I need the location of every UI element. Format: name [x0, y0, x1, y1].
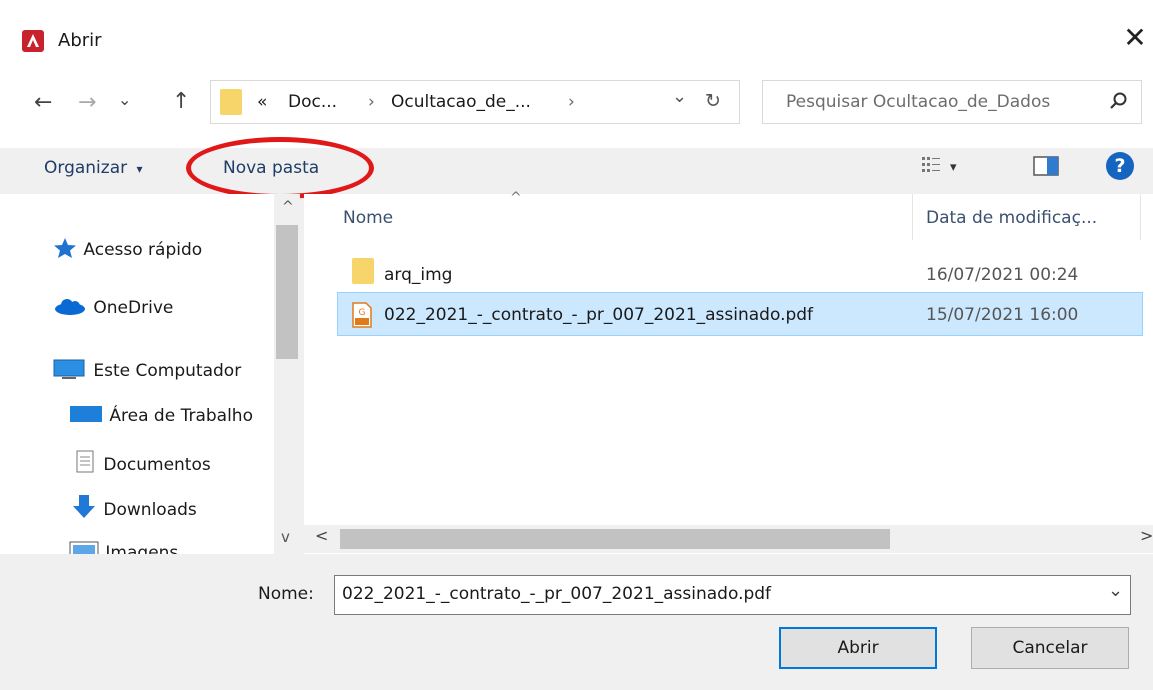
- file-name-value: 022_2021_-_contrato_-_pr_007_2021_assina…: [342, 584, 772, 604]
- search-icon[interactable]: [1108, 91, 1128, 111]
- annotation-circle: [186, 137, 374, 199]
- column-divider[interactable]: [912, 194, 913, 240]
- download-icon: [73, 495, 95, 518]
- sidebar-item-pictures-clip: Imagens: [0, 535, 274, 554]
- view-dropdown-icon[interactable]: ▾: [950, 160, 957, 175]
- sort-indicator-icon: ^: [510, 190, 522, 206]
- desktop-icon: [70, 406, 102, 422]
- pdf-file-icon: G: [352, 302, 372, 328]
- forward-button[interactable]: →: [78, 91, 96, 115]
- pictures-icon: [69, 541, 99, 554]
- file-name: arq_img: [384, 265, 453, 285]
- computer-icon: [53, 359, 85, 379]
- sidebar-item-label: Downloads: [103, 500, 197, 520]
- sidebar-item-label: Este Computador: [93, 361, 242, 381]
- file-date: 15/07/2021 16:00: [926, 305, 1079, 325]
- svg-text:G: G: [359, 308, 366, 318]
- refresh-icon[interactable]: ↻: [705, 90, 721, 112]
- cloud-icon: [55, 299, 85, 315]
- star-icon: [54, 238, 76, 258]
- sidebar-item-this-pc[interactable]: Este Computador: [52, 358, 241, 381]
- scroll-down-arrow[interactable]: v: [281, 528, 290, 546]
- back-button[interactable]: ←: [34, 91, 52, 115]
- file-date: 16/07/2021 00:24: [926, 265, 1079, 285]
- up-button[interactable]: ↑: [172, 90, 190, 114]
- sidebar-item-desktop[interactable]: Área de Trabalho: [68, 403, 274, 426]
- sidebar-item-label: Área de Trabalho: [109, 406, 253, 426]
- sidebar-item-onedrive[interactable]: OneDrive: [52, 297, 173, 318]
- organize-label: Organizar: [44, 158, 128, 178]
- sidebar-item-label: Imagens: [105, 543, 179, 554]
- sidebar-item-label: OneDrive: [93, 298, 174, 318]
- breadcrumb-overflow[interactable]: «: [257, 92, 267, 112]
- scroll-up-arrow[interactable]: ^: [282, 199, 294, 215]
- title-bar: [0, 0, 1153, 60]
- scroll-right-arrow[interactable]: >: [1140, 526, 1153, 545]
- file-list-pane: [304, 194, 1153, 554]
- file-name-dropdown-icon[interactable]: ⌄: [1108, 580, 1123, 601]
- sidebar-item-label: Documentos: [103, 455, 211, 475]
- document-icon: [76, 450, 94, 473]
- sidebar-item-pictures[interactable]: Imagens: [68, 540, 178, 554]
- file-name-label: Nome:: [258, 584, 314, 604]
- window-title: Abrir: [58, 30, 102, 51]
- breadcrumb-separator: ›: [568, 92, 575, 112]
- sidebar-item-quick-access[interactable]: Acesso rápido: [52, 237, 202, 260]
- cancel-button[interactable]: Cancelar: [971, 627, 1129, 669]
- sidebar-item-downloads[interactable]: Downloads: [70, 494, 197, 520]
- close-button[interactable]: ✕: [1115, 18, 1153, 58]
- column-divider[interactable]: [1140, 194, 1141, 240]
- help-icon[interactable]: ?: [1106, 152, 1134, 180]
- sidebar-item-documents[interactable]: Documentos: [72, 450, 211, 475]
- folder-icon: [220, 89, 242, 115]
- command-bar: [0, 148, 1153, 194]
- horizontal-scroll-thumb[interactable]: [340, 529, 890, 549]
- breadcrumb-current-folder[interactable]: Ocultacao_de_...: [391, 92, 531, 112]
- preview-pane-icon[interactable]: [1032, 154, 1060, 178]
- pdf-app-icon: [22, 30, 44, 52]
- organize-dropdown-icon: ▾: [136, 162, 143, 176]
- scroll-left-arrow[interactable]: <: [315, 526, 328, 545]
- search-placeholder: Pesquisar Ocultacao_de_Dados: [786, 92, 1051, 112]
- folder-icon: [352, 258, 374, 284]
- breadcrumb-separator: ›: [368, 92, 375, 112]
- column-header-name[interactable]: Nome: [343, 208, 393, 228]
- column-header-date-modified[interactable]: Data de modificaç...: [926, 208, 1097, 228]
- view-options-icon[interactable]: [921, 155, 943, 177]
- sidebar-item-label: Acesso rápido: [83, 240, 203, 260]
- nav-pane-scroll-thumb[interactable]: [276, 225, 298, 359]
- open-button[interactable]: Abrir: [779, 627, 937, 669]
- organize-button[interactable]: Organizar ▾: [44, 158, 143, 178]
- breadcrumb-documents[interactable]: Doc...: [288, 92, 337, 112]
- file-name: 022_2021_-_contrato_-_pr_007_2021_assina…: [384, 305, 814, 325]
- recent-locations-button[interactable]: ⌄: [118, 88, 131, 112]
- address-dropdown-icon[interactable]: ⌄: [672, 86, 687, 107]
